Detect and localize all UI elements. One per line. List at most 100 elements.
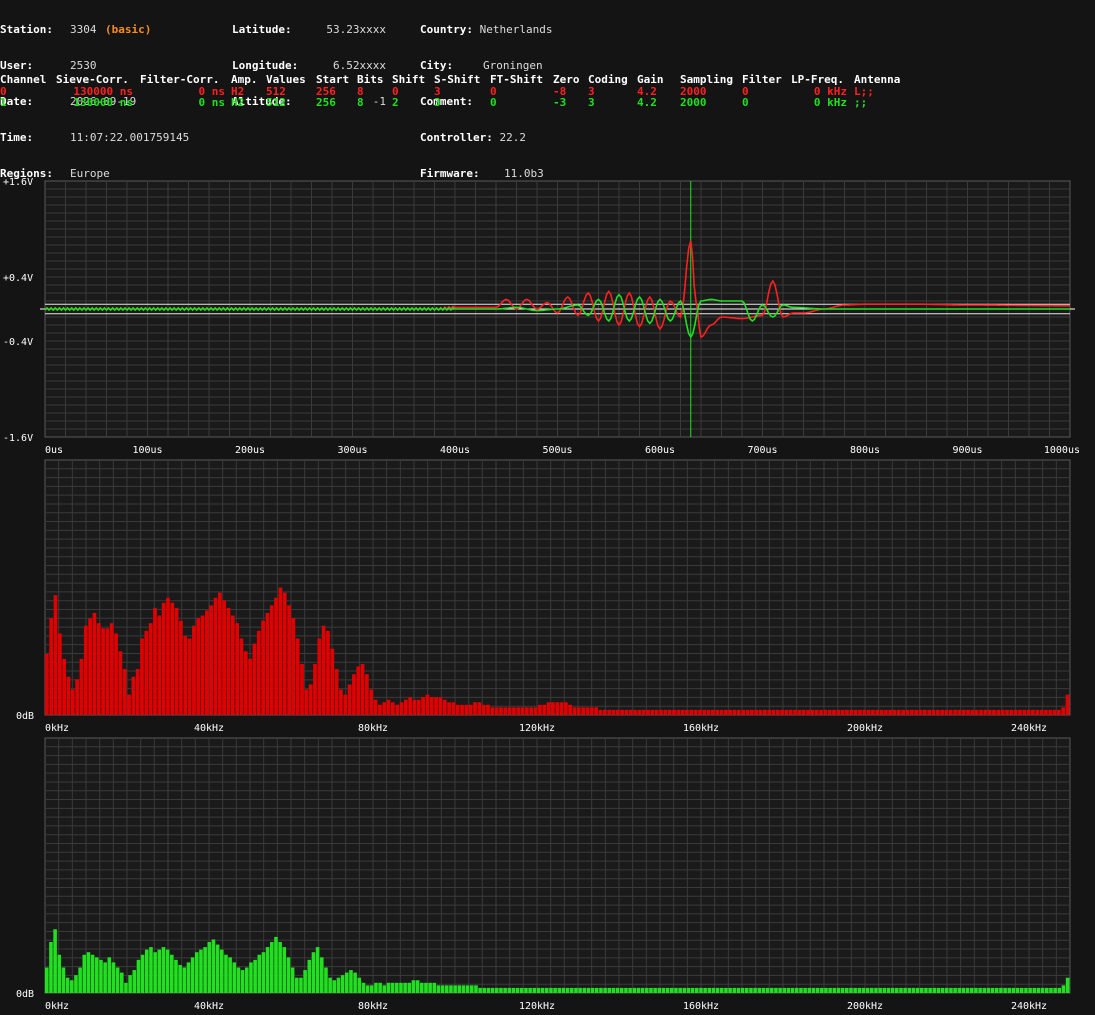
spectrum-ch1-bar [470, 985, 474, 993]
spectrum-ch0-bar [1048, 709, 1053, 715]
spectrum-ch1-bar [540, 987, 545, 993]
spectrum-ch1-bar [845, 987, 849, 993]
spectrum-ch1-bar [824, 987, 828, 993]
spectrum-ch1-bar [395, 982, 399, 993]
spectrum-ch0-bar [715, 709, 720, 715]
spectrum-ch1-bar [345, 972, 349, 993]
spectrum-ch0-bar [53, 595, 58, 715]
spectrum-ch0-bar [468, 704, 473, 715]
spectrum-ch0-bar [853, 709, 858, 715]
spectrum-ch0-bar [589, 707, 594, 715]
spectrum-ch1-bar [761, 987, 766, 993]
spectrum-ch1-bar [615, 987, 620, 993]
spectrum-ch1-bar [815, 987, 820, 993]
spectrum-ch1-bar [990, 987, 995, 993]
spectrum-ch1-bar [249, 962, 253, 993]
spectrum-ch1-bar [870, 987, 874, 993]
spectrum-ch0-bar [845, 709, 849, 715]
spectrum-ch0-y-tick-label: 0dB [16, 711, 34, 722]
spectrum-ch0-bar [421, 697, 425, 715]
spectrum-ch1-bar [328, 977, 332, 993]
spectrum-ch1-bar [257, 954, 262, 993]
spectrum-ch1-bar [140, 954, 145, 993]
spectrum-ch0-bar [871, 709, 875, 715]
spectrum-ch0-bar [373, 699, 378, 715]
spectrum-ch0-bar [179, 620, 183, 715]
spectrum-ch1-bar [803, 987, 807, 993]
spectrum-ch0-bar [1061, 707, 1066, 715]
spectrum-ch1-bar [386, 982, 391, 993]
spectrum-ch1-x-tick-label: 200kHz [847, 1001, 883, 1012]
spectrum-ch0-bar [602, 709, 607, 715]
spectrum-ch0-bar [1026, 709, 1031, 715]
spectrum-ch0-bar [940, 709, 944, 715]
spectrum-ch0-bar [45, 653, 49, 715]
spectrum-ch1-bar [1061, 985, 1066, 993]
spectrum-ch1-bar [174, 959, 178, 993]
spectrum-ch0-bar [295, 638, 300, 715]
spectrum-ch0-bar [711, 709, 715, 715]
spectrum-ch0-bar [447, 702, 451, 715]
spectrum-ch0-bar [356, 666, 361, 715]
spectrum-ch0-bar [1013, 709, 1018, 715]
spectrum-ch0-bar [416, 699, 421, 715]
spectrum-ch0-bar [187, 638, 192, 715]
spectrum-ch1-bar [195, 952, 199, 993]
spectrum-ch0-bar [525, 707, 529, 715]
waveform-x-tick-label: 100us [132, 445, 162, 456]
spectrum-ch0-bar [499, 707, 503, 715]
spectrum-ch0-bar [719, 709, 724, 715]
spectrum-ch0-bar [512, 707, 516, 715]
spectrum-ch1-bar [324, 967, 328, 993]
spectrum-ch1-bar [961, 987, 966, 993]
spectrum-ch0-bar [239, 638, 244, 715]
spectrum-ch1-bar [495, 987, 499, 993]
spectrum-ch1-bar [1032, 987, 1037, 993]
spectrum-ch1-bar [690, 987, 695, 993]
spectrum-ch1-bar [978, 987, 982, 993]
spectrum-ch0-bar [1009, 709, 1014, 715]
spectrum-ch0-bar [745, 709, 750, 715]
spectrum-ch0-bar [300, 664, 304, 715]
spectrum-ch0-bar [399, 702, 404, 715]
spectrum-ch0-bar [797, 709, 802, 715]
spectrum-ch0-bar [291, 618, 296, 715]
spectrum-ch0-bar [494, 707, 499, 715]
spectrum-ch1-bar [795, 987, 799, 993]
spectrum-ch1-bar [1015, 987, 1020, 993]
spectrum-ch0-bar [667, 709, 672, 715]
spectrum-ch1-bar [749, 987, 753, 993]
spectrum-ch0-bar [252, 643, 257, 715]
spectrum-ch1-bar [1028, 987, 1032, 993]
spectrum-ch0-bar [633, 709, 637, 715]
spectrum-ch1-bar [224, 954, 228, 993]
spectrum-ch0-bar [1052, 709, 1057, 715]
spectrum-ch0-bar [326, 630, 330, 715]
spectrum-ch1-bar [186, 962, 191, 993]
spectrum-ch1-bar [670, 987, 674, 993]
spectrum-ch1-bar [228, 957, 232, 993]
spectrum-ch0-bar [248, 658, 252, 715]
spectrum-ch0-bar [161, 602, 166, 715]
spectrum-ch1-bar [903, 987, 907, 993]
spectrum-ch0-bar [931, 709, 936, 715]
spectrum-ch1-bar [320, 957, 324, 993]
waveform-x-tick-label: 300us [337, 445, 367, 456]
spectrum-ch1-bar [782, 987, 787, 993]
spectrum-ch1-bar [611, 987, 616, 993]
spectrum-ch1-bar [607, 987, 612, 993]
spectrum-ch1-bar [490, 987, 495, 993]
spectrum-ch0-bar [1000, 709, 1005, 715]
spectrum-ch0-bar [390, 702, 395, 715]
spectrum-ch0-bar [611, 709, 616, 715]
spectrum-ch1-bar [86, 952, 91, 993]
spectrum-ch1-bar [370, 985, 374, 993]
spectrum-ch1-bar [874, 987, 878, 993]
spectrum-ch1-bar [582, 987, 587, 993]
spectrum-ch1-bar [628, 987, 632, 993]
spectrum-ch0-x-tick-label: 160kHz [683, 723, 719, 734]
spectrum-ch1-bar [1065, 977, 1070, 993]
spectrum-ch1-bar [832, 987, 837, 993]
spectrum-ch0-bar [884, 709, 888, 715]
spectrum-ch0-bar [230, 615, 235, 715]
